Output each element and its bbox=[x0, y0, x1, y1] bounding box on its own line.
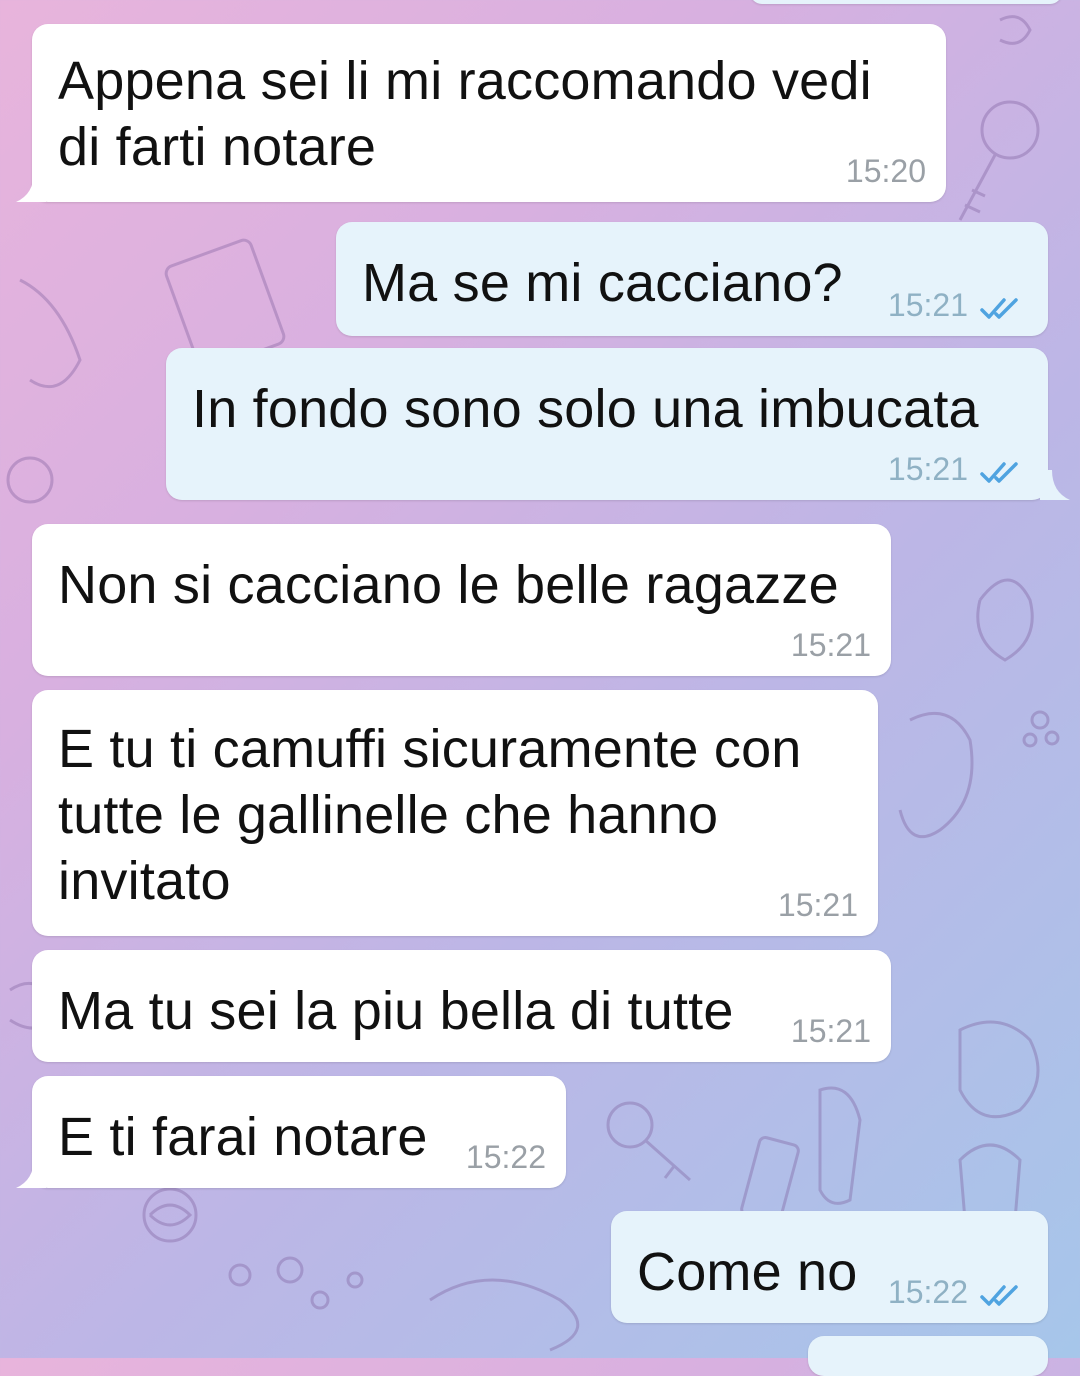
message-bubble-incoming[interactable]: E ti farai notare 15:22 bbox=[32, 1076, 566, 1188]
double-check-icon bbox=[980, 1285, 1018, 1306]
message-text: In fondo sono solo una imbucata bbox=[192, 379, 979, 439]
donut-doodle-icon bbox=[958, 1020, 1040, 1119]
message-bubble-incoming[interactable]: E tu ti camuffi sicuramente con tutte le… bbox=[32, 690, 878, 936]
bucket-doodle-icon bbox=[958, 1143, 1022, 1222]
message-time: 15:22 bbox=[887, 1274, 968, 1310]
message-bubble-incoming[interactable]: Non si cacciano le belle ragazze 15:21 bbox=[32, 524, 891, 676]
bubble-tail bbox=[16, 172, 46, 202]
message-bubble-outgoing-partial[interactable] bbox=[750, 0, 1062, 4]
bubble-tail bbox=[1040, 470, 1070, 500]
message-text: E tu ti camuffi sicuramente con tutte le… bbox=[58, 719, 802, 911]
message-time: 15:21 bbox=[777, 887, 858, 923]
message-bubble-outgoing[interactable]: Come no 15:22 bbox=[611, 1211, 1048, 1323]
message-time: 15:21 bbox=[887, 287, 968, 323]
bubble-tail bbox=[16, 1158, 46, 1188]
message-time: 15:21 bbox=[790, 627, 871, 663]
message-bubble-outgoing[interactable]: Ma se mi cacciano? 15:21 bbox=[336, 222, 1048, 336]
message-time: 15:21 bbox=[887, 451, 968, 487]
message-text: Ma tu sei la piu bella di tutte bbox=[58, 981, 734, 1041]
key-doodle-icon bbox=[980, 100, 1040, 160]
message-bubble-outgoing-partial[interactable] bbox=[808, 1336, 1048, 1376]
message-time: 15:21 bbox=[790, 1013, 871, 1049]
message-bubble-incoming[interactable]: Ma tu sei la piu bella di tutte 15:21 bbox=[32, 950, 891, 1062]
message-bubble-incoming[interactable]: Appena sei li mi raccomando vedi di fart… bbox=[32, 24, 946, 202]
message-text: Appena sei li mi raccomando vedi di fart… bbox=[58, 51, 872, 177]
message-bubble-outgoing[interactable]: In fondo sono solo una imbucata 15:21 bbox=[166, 348, 1048, 500]
double-check-icon bbox=[980, 462, 1018, 483]
message-time: 15:20 bbox=[845, 153, 926, 189]
pear-doodle-icon bbox=[976, 578, 1034, 662]
message-text: Non si cacciano le belle ragazze bbox=[58, 555, 839, 615]
message-time: 15:22 bbox=[465, 1139, 546, 1175]
double-check-icon bbox=[980, 298, 1018, 319]
flipflop-doodle-icon bbox=[818, 1086, 862, 1205]
